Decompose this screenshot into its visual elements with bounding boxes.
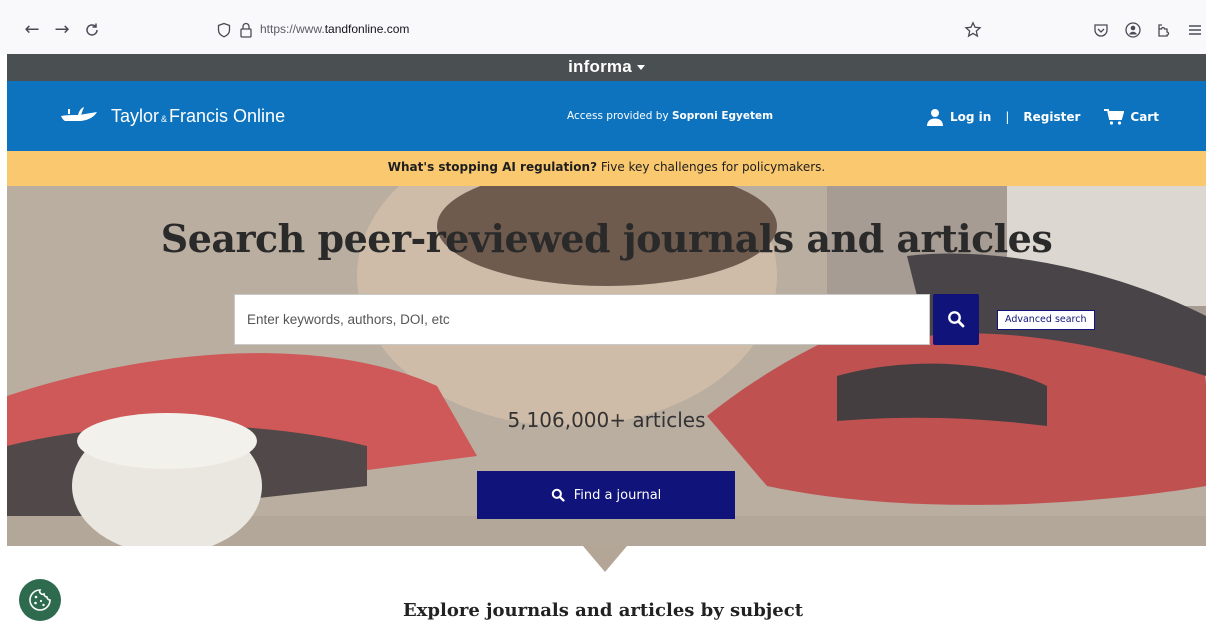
- informa-logo[interactable]: informa: [568, 57, 645, 76]
- back-icon[interactable]: ←: [22, 20, 42, 40]
- announcement-headline[interactable]: What's stopping AI regulation?: [388, 160, 597, 174]
- search-input[interactable]: [235, 295, 929, 344]
- user-icon[interactable]: [927, 108, 943, 126]
- access-provided-text: Access provided by Soproni Egyetem: [567, 110, 773, 122]
- menu-icon[interactable]: [1186, 21, 1204, 39]
- register-link[interactable]: Register: [1023, 110, 1080, 124]
- account-icon[interactable]: [1124, 21, 1142, 39]
- caret-down-icon[interactable]: [636, 65, 645, 71]
- bookmark-star-icon[interactable]: [964, 21, 982, 39]
- extensions-icon[interactable]: [1154, 21, 1172, 39]
- find-journal-button[interactable]: Find a journal: [477, 471, 735, 519]
- advanced-search-link[interactable]: Advanced search: [997, 310, 1095, 330]
- address-bar[interactable]: https://www.tandfonline.com: [200, 15, 990, 45]
- brand-ampersand: &: [161, 113, 168, 124]
- url-text[interactable]: https://www.tandfonline.com: [260, 22, 409, 36]
- url-prefix: https://www.: [260, 22, 325, 36]
- lock-icon[interactable]: [238, 21, 254, 39]
- informa-bar: informa: [7, 54, 1206, 81]
- cart-link[interactable]: Cart: [1130, 110, 1159, 124]
- articles-count: 5,106,000+ articles: [507, 408, 706, 432]
- brand-name-taylor: Taylor: [111, 105, 160, 126]
- hero-title: Search peer-reviewed journals and articl…: [160, 216, 1053, 261]
- search-field[interactable]: [234, 294, 930, 345]
- announcement-text: Five key challenges for policymakers.: [597, 160, 826, 174]
- find-journal-label: Find a journal: [573, 487, 662, 503]
- lamp-logo-icon: [61, 107, 97, 121]
- forward-icon[interactable]: →: [52, 20, 72, 40]
- search-button[interactable]: [933, 294, 979, 345]
- hero-section: Search peer-reviewed journals and articl…: [7, 186, 1206, 546]
- site-header: Taylor & Francis Online Access provided by…: [7, 81, 1206, 151]
- browser-toolbar: ← → https://www.tandfonline.com: [0, 0, 1206, 54]
- tracking-shield-icon[interactable]: [216, 22, 232, 38]
- announcement-banner[interactable]: What's stopping AI regulation? Five key …: [7, 151, 1206, 186]
- brand-name: Taylor & Francis Online: [111, 106, 285, 127]
- explore-subjects-heading: Explore journals and articles by subject: [402, 600, 804, 621]
- informa-logo-text: informa: [568, 57, 632, 76]
- login-link[interactable]: Log in: [950, 110, 991, 124]
- header-separator: |: [1005, 110, 1010, 124]
- brand-name-francis-online: Francis Online: [169, 105, 286, 126]
- access-prefix: Access provided by: [567, 110, 672, 122]
- pocket-icon[interactable]: [1092, 21, 1110, 39]
- hero-notch: [583, 546, 627, 572]
- search-icon: [551, 488, 565, 502]
- search-icon: [948, 311, 965, 328]
- url-domain: tandfonline.com: [324, 22, 410, 36]
- reload-icon[interactable]: [82, 20, 102, 40]
- cart-icon[interactable]: [1104, 109, 1125, 125]
- header-account-links: Log in | Register Cart: [927, 106, 1159, 128]
- brand-logo[interactable]: Taylor & Francis Online: [59, 103, 285, 129]
- access-organization: Soproni Egyetem: [671, 110, 774, 122]
